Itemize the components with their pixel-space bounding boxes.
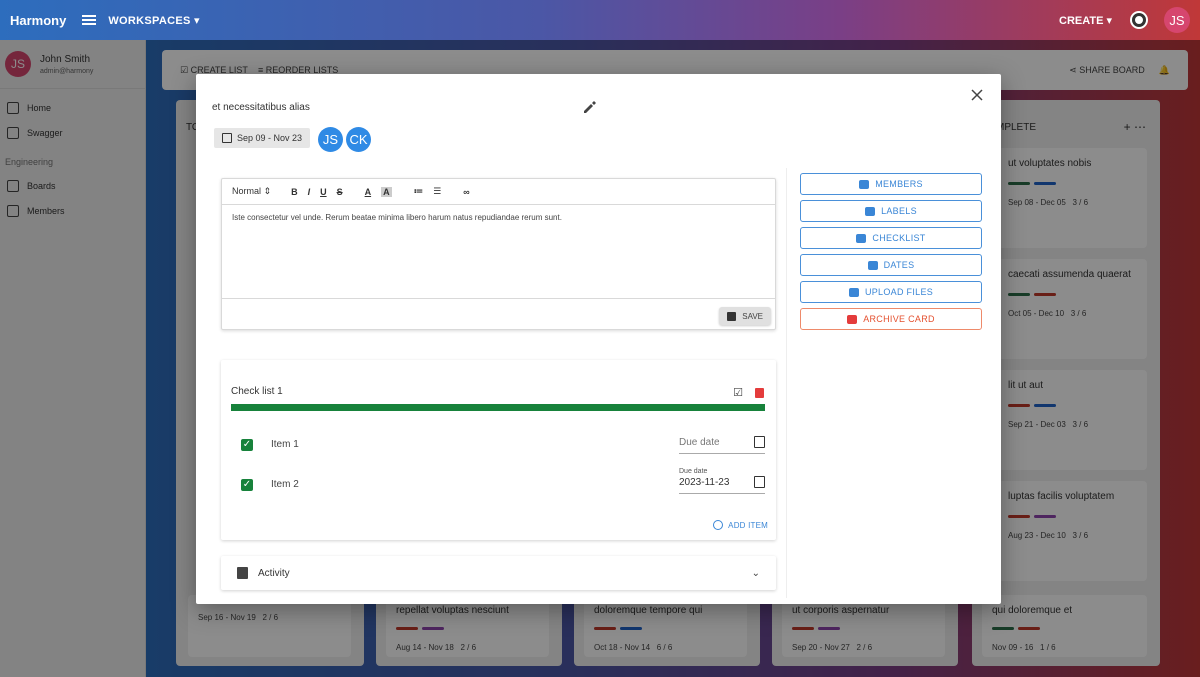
bold-icon[interactable]: B (291, 187, 298, 197)
item-checkbox[interactable]: ✓ (241, 439, 253, 451)
user-avatar[interactable]: JS (1164, 7, 1190, 33)
close-icon[interactable] (970, 88, 984, 102)
archive-icon (847, 314, 858, 324)
card-title[interactable]: et necessitatibus alias (212, 102, 310, 113)
member-avatar[interactable]: JS (318, 127, 343, 152)
checklist-item: ✓ Item 2 Due date 2023-11-23 (231, 468, 765, 500)
members-button[interactable]: MEMBERS (800, 173, 982, 195)
labels-button[interactable]: LABELS (800, 200, 982, 222)
top-app-bar: Harmony WORKSPACES ▾ CREATE ▾ JS (0, 0, 1200, 40)
menu-icon[interactable] (82, 15, 97, 25)
item-due-date-input[interactable]: 2023-11-23 (679, 474, 765, 494)
item-label[interactable]: Item 2 (271, 479, 299, 490)
card-detail-modal: et necessitatibus alias Sep 09 - Nov 23 … (196, 74, 1001, 604)
checklist-title[interactable]: Check list 1 (231, 386, 283, 397)
calendar-icon[interactable] (754, 476, 765, 488)
dates-button[interactable]: DATES (800, 254, 982, 276)
checklist-item: ✓ Item 1 Due date (231, 430, 765, 460)
add-member-icon (859, 179, 870, 189)
link-icon[interactable]: ∞ (463, 187, 469, 197)
calendar-icon[interactable] (754, 436, 765, 448)
calendar-icon (222, 133, 232, 143)
label-icon (865, 206, 876, 216)
brand-name[interactable]: Harmony (10, 13, 66, 28)
calendar-icon (867, 260, 878, 270)
checklist-panel: Check list 1 ☑ ✓ Item 1 Due date ✓ Item … (221, 360, 776, 540)
upload-files-button[interactable]: UPLOAD FILES (800, 281, 982, 303)
add-item-button[interactable]: ADD ITEM (713, 520, 768, 530)
modal-divider (786, 168, 787, 598)
checklist-icon (856, 233, 867, 243)
item-label[interactable]: Item 1 (271, 439, 299, 450)
text-color-icon[interactable]: A (365, 187, 372, 197)
card-date-range[interactable]: Sep 09 - Nov 23 (214, 128, 311, 148)
modal-backdrop-sidebar[interactable] (0, 40, 146, 677)
editor-toolbar: Normal ⇕ B I U S A A ≔ ☰ ∞ (222, 179, 775, 205)
underline-icon[interactable]: U (320, 187, 327, 197)
member-avatar[interactable]: CK (346, 127, 371, 152)
delete-icon[interactable] (755, 387, 764, 398)
checklist-icon[interactable]: ☑ (733, 386, 743, 399)
text-format-select[interactable]: Normal ⇕ (232, 186, 271, 197)
checklist-progress-fill (231, 404, 765, 411)
theme-toggle-icon[interactable] (1132, 13, 1146, 27)
strikethrough-icon[interactable]: S (337, 187, 343, 197)
create-menu[interactable]: CREATE ▾ (1059, 14, 1112, 27)
description-text[interactable]: Iste consectetur vel unde. Rerum beatae … (222, 205, 775, 299)
item-checkbox[interactable]: ✓ (241, 479, 253, 491)
save-button[interactable]: SAVE (719, 307, 771, 325)
document-icon (237, 567, 248, 579)
chevron-down-icon[interactable]: ⌄ (752, 568, 760, 579)
bullet-list-icon[interactable]: ☰ (433, 186, 441, 197)
card-actions: MEMBERS LABELS CHECKLIST DATES UPLOAD FI… (800, 173, 982, 335)
description-editor: Normal ⇕ B I U S A A ≔ ☰ ∞ Iste consecte… (221, 178, 776, 330)
checklist-button[interactable]: CHECKLIST (800, 227, 982, 249)
save-icon (727, 311, 737, 321)
italic-icon[interactable]: I (308, 187, 311, 197)
activity-accordion[interactable]: Activity ⌄ (221, 556, 776, 590)
workspaces-menu[interactable]: WORKSPACES ▾ (108, 14, 199, 27)
add-check-icon (713, 520, 724, 530)
cloud-upload-icon (848, 287, 859, 297)
item-due-date-input[interactable]: Due date (679, 434, 765, 454)
pencil-icon[interactable] (582, 100, 596, 114)
ordered-list-icon[interactable]: ≔ (414, 186, 424, 197)
background-color-icon[interactable]: A (381, 186, 392, 197)
archive-card-button[interactable]: ARCHIVE CARD (800, 308, 982, 330)
checklist-progress-bar (231, 404, 765, 411)
